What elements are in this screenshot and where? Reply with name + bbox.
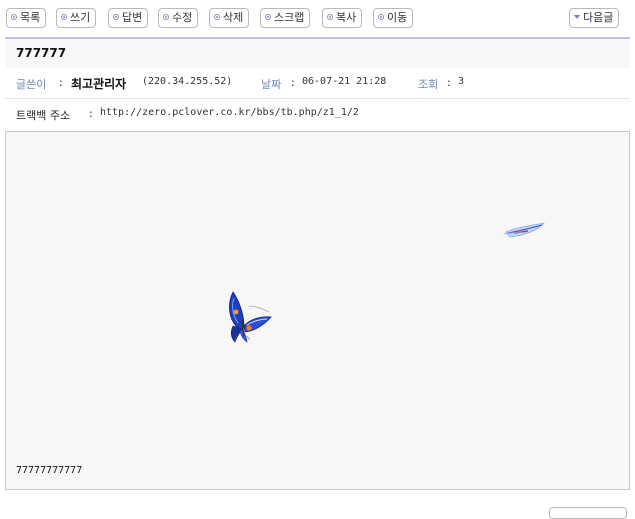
- post-title: 777777: [16, 46, 67, 60]
- circle-bullet-icon: [378, 14, 384, 20]
- edit-button[interactable]: 수정: [158, 8, 199, 28]
- views-colon: :: [447, 76, 451, 89]
- copy-button[interactable]: 복사: [322, 8, 363, 28]
- bottom-button[interactable]: [549, 507, 627, 519]
- author-label: 글쓴이: [16, 78, 47, 91]
- circle-bullet-icon: [61, 14, 67, 20]
- trackback-colon: :: [89, 107, 93, 120]
- trackback-label: 트랙백 주소: [16, 109, 71, 122]
- delete-button[interactable]: 삭제: [209, 8, 250, 28]
- delete-button-label: 삭제: [223, 11, 244, 24]
- list-button-label: 목록: [20, 11, 41, 24]
- author-name[interactable]: 최고관리자: [71, 75, 126, 92]
- reply-button-label: 답변: [122, 11, 143, 24]
- scrap-button[interactable]: 스크랩: [260, 8, 311, 28]
- post-meta: 글쓴이 : 최고관리자 (220.34.255.52) 날짜 : 06-07-2…: [5, 68, 630, 99]
- post-body-text: 77777777777: [16, 465, 83, 476]
- date-colon: :: [291, 76, 295, 89]
- butterfly-image: [503, 222, 545, 238]
- next-post-button[interactable]: 다음글: [569, 8, 620, 28]
- triangle-down-icon: [574, 15, 580, 19]
- views-value: 3: [458, 76, 465, 87]
- post-content: 77777777777: [5, 131, 630, 490]
- butterfly-image: [229, 291, 272, 343]
- author-ip: (220.34.255.52): [142, 76, 233, 87]
- reply-button[interactable]: 답변: [108, 8, 149, 28]
- scrap-button-label: 스크랩: [274, 11, 305, 24]
- date-value: 06-07-21 21:28: [302, 76, 387, 87]
- list-button[interactable]: 목록: [6, 8, 47, 28]
- circle-bullet-icon: [163, 14, 169, 20]
- board-toolbar: 목록 쓰기 답변 수정 삭제 스크랩 복사 이동 다음글: [0, 0, 635, 38]
- next-post-label: 다음글: [583, 11, 614, 24]
- copy-button-label: 복사: [336, 11, 357, 24]
- circle-bullet-icon: [265, 14, 271, 20]
- date-label: 날짜: [261, 78, 282, 91]
- move-button[interactable]: 이동: [373, 8, 414, 28]
- circle-bullet-icon: [327, 14, 333, 20]
- move-button-label: 이동: [387, 11, 408, 24]
- author-colon: :: [59, 76, 63, 89]
- circle-bullet-icon: [113, 14, 119, 20]
- post-title-bar: 777777: [5, 39, 630, 68]
- views-label: 조회: [418, 78, 439, 91]
- write-button[interactable]: 쓰기: [56, 8, 97, 28]
- circle-bullet-icon: [11, 14, 17, 20]
- write-button-label: 쓰기: [70, 11, 91, 24]
- circle-bullet-icon: [214, 14, 220, 20]
- trackback-url[interactable]: http://zero.pclover.co.kr/bbs/tb.php/z1_…: [100, 107, 359, 118]
- edit-button-label: 수정: [172, 11, 193, 24]
- trackback-row: 트랙백 주소 : http://zero.pclover.co.kr/bbs/t…: [5, 99, 630, 129]
